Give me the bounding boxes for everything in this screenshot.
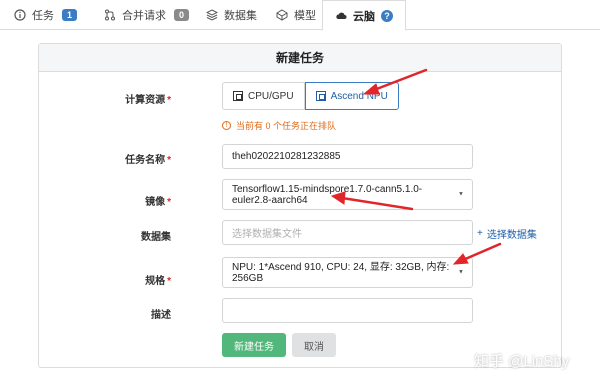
merge-icon	[104, 9, 116, 21]
spec-select[interactable]: NPU: 1*Ascend 910, CPU: 24, 显存: 32GB, 内存…	[222, 257, 473, 288]
card-title: 新建任务	[39, 44, 561, 72]
help-icon[interactable]: ?	[381, 9, 393, 22]
image-label: 镜像 *	[145, 193, 171, 208]
task-name-value: theh0202210281232885	[232, 151, 341, 162]
choose-dataset-link[interactable]: + 选择数据集	[477, 226, 537, 241]
choose-dataset-label: 选择数据集	[486, 230, 537, 241]
desc-label: 描述	[151, 306, 171, 321]
spec-label: 规格 *	[145, 272, 171, 287]
task-name-input[interactable]: theh0202210281232885	[222, 144, 473, 169]
spec-label-text: 规格	[145, 276, 166, 287]
tab-tasks-label: 任务	[32, 10, 54, 22]
dataset-label: 数据集	[141, 228, 171, 243]
chip-icon	[315, 91, 326, 101]
dataset-icon	[206, 9, 218, 21]
tab-merge-requests-count-badge: 0	[174, 9, 190, 21]
required-marker: *	[167, 95, 171, 106]
info-icon	[14, 9, 26, 21]
warning-icon: !	[222, 121, 231, 130]
tab-cloud-brain-label: 云脑	[353, 10, 375, 23]
resource-label-text: 计算资源	[125, 95, 166, 106]
repo-tab-bar: 任务 1 合并请求 0 数据集 模型 云脑 ?	[0, 0, 600, 31]
resource-cpu-gpu-label: CPU/GPU	[248, 90, 294, 102]
image-label-text: 镜像	[145, 197, 166, 208]
resource-selector: CPU/GPU Ascend NPU	[222, 82, 399, 110]
dropdown-caret-icon: ▼	[458, 191, 464, 197]
description-input[interactable]	[222, 298, 473, 323]
dataset-input[interactable]: 选择数据集文件	[222, 220, 473, 245]
tab-cloud-brain[interactable]: 云脑 ?	[322, 0, 406, 31]
new-task-card: 新建任务 计算资源 * CPU/GPU Ascend NPU ! 当前有 0 个任…	[38, 43, 562, 368]
cancel-button[interactable]: 取消	[292, 333, 336, 357]
tab-tasks-count-badge: 1	[62, 9, 78, 21]
resource-cpu-gpu-button[interactable]: CPU/GPU	[222, 82, 305, 110]
tab-tasks[interactable]: 任务 1	[14, 0, 78, 30]
resource-label: 计算资源 *	[125, 91, 171, 106]
tab-models[interactable]: 模型	[276, 0, 316, 30]
resource-ascend-npu-label: Ascend NPU	[330, 90, 388, 102]
queue-notice-text: 当前有 0 个任务正在排队	[236, 121, 337, 131]
tab-datasets-label: 数据集	[224, 10, 257, 22]
tab-models-label: 模型	[294, 10, 316, 22]
model-icon	[276, 9, 288, 21]
image-value: Tensorflow1.15-mindspore1.7.0-cann5.1.0-…	[232, 183, 423, 206]
chip-icon	[233, 91, 243, 101]
tab-merge-requests[interactable]: 合并请求 0	[104, 0, 190, 30]
watermark-text: 知乎 @LinShy	[474, 353, 570, 370]
dropdown-caret-icon: ▼	[458, 269, 464, 275]
task-name-label-text: 任务名称	[125, 155, 166, 166]
plus-icon: +	[477, 228, 483, 239]
resource-ascend-npu-button[interactable]: Ascend NPU	[304, 82, 399, 110]
dataset-label-text: 数据集	[141, 232, 171, 243]
image-select[interactable]: Tensorflow1.15-mindspore1.7.0-cann5.1.0-…	[222, 179, 473, 210]
desc-label-text: 描述	[151, 310, 171, 321]
task-name-label: 任务名称 *	[125, 151, 171, 166]
tab-datasets[interactable]: 数据集	[206, 0, 257, 30]
required-marker: *	[167, 155, 171, 166]
create-task-button[interactable]: 新建任务	[222, 333, 286, 357]
tab-merge-requests-label: 合并请求	[122, 10, 166, 22]
queue-notice: ! 当前有 0 个任务正在排队	[222, 119, 336, 132]
dataset-placeholder: 选择数据集文件	[232, 229, 302, 240]
spec-value: NPU: 1*Ascend 910, CPU: 24, 显存: 32GB, 内存…	[232, 261, 450, 284]
required-marker: *	[167, 197, 171, 208]
cloud-brain-icon	[335, 10, 347, 22]
required-marker: *	[167, 276, 171, 287]
